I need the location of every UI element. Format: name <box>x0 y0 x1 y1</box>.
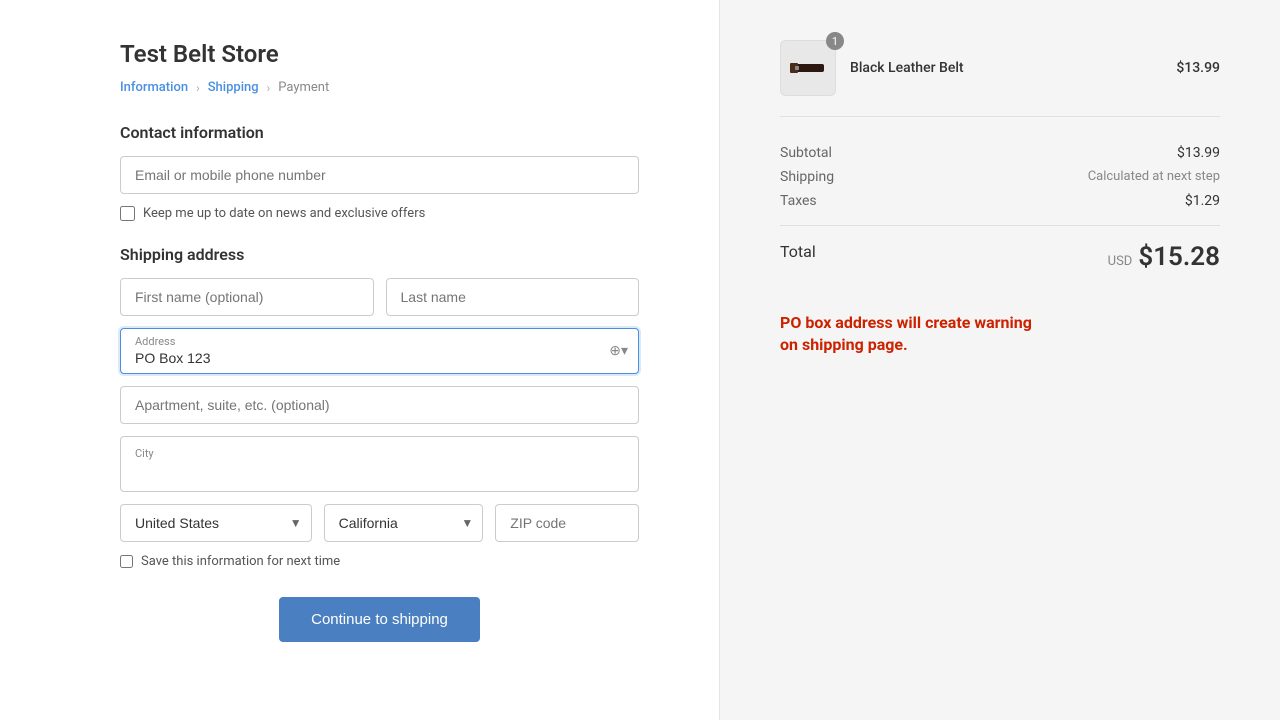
address-label: Address <box>135 335 598 348</box>
region-row: United States ▼ California ▼ <box>120 504 639 542</box>
city-input-wrapper: City <box>120 436 639 492</box>
save-info-checkbox[interactable] <box>120 555 133 568</box>
continue-to-shipping-button[interactable]: Continue to shipping <box>279 597 480 642</box>
email-field-group <box>120 156 639 194</box>
breadcrumb-payment: Payment <box>278 80 329 95</box>
total-row: Total USD $15.28 <box>780 225 1220 272</box>
newsletter-label[interactable]: Keep me up to date on news and exclusive… <box>143 206 425 221</box>
save-info-label[interactable]: Save this information for next time <box>141 554 340 569</box>
breadcrumb-sep-2: › <box>267 81 271 95</box>
last-name-group <box>386 278 640 316</box>
country-select-wrapper: United States ▼ <box>120 504 312 542</box>
product-item: 1 Black Leather Belt $13.99 <box>780 40 1220 117</box>
subtotal-value: $13.99 <box>1177 145 1220 161</box>
breadcrumb-sep-1: › <box>196 81 200 95</box>
taxes-value: $1.29 <box>1185 193 1220 209</box>
zip-input[interactable] <box>495 504 639 542</box>
annotation-line2: on shipping page. <box>780 334 1032 356</box>
breadcrumb: Information › Shipping › Payment <box>120 80 639 95</box>
address-input[interactable] <box>135 350 598 366</box>
state-select[interactable]: California <box>324 504 484 542</box>
annotation-area: PO box address will create warning on sh… <box>780 312 1220 357</box>
belt-image-svg <box>788 48 828 88</box>
email-input[interactable] <box>120 156 639 194</box>
address-icon[interactable]: ⊕▾ <box>609 343 628 359</box>
product-quantity-badge: 1 <box>826 32 844 50</box>
zip-field-group <box>495 504 639 542</box>
taxes-label: Taxes <box>780 193 817 209</box>
shipping-value: Calculated at next step <box>1088 169 1220 185</box>
product-price: $13.99 <box>1176 60 1220 76</box>
name-row <box>120 278 639 316</box>
product-image <box>780 40 836 96</box>
city-input[interactable] <box>135 464 316 480</box>
newsletter-row: Keep me up to date on news and exclusive… <box>120 206 639 221</box>
total-value-wrap: USD $15.28 <box>1108 242 1220 272</box>
store-title: Test Belt Store <box>120 40 639 68</box>
shipping-section-title: Shipping address <box>120 245 639 264</box>
product-image-wrap: 1 <box>780 40 836 96</box>
shipping-row: Shipping Calculated at next step <box>780 169 1220 185</box>
total-currency: USD <box>1108 254 1133 269</box>
apartment-input[interactable] <box>120 386 639 424</box>
state-select-wrapper: California ▼ <box>324 504 484 542</box>
annotation-line1: PO box address will create warning <box>780 312 1032 334</box>
city-label: City <box>135 447 316 460</box>
first-name-group <box>120 278 374 316</box>
apartment-field-group <box>120 386 639 424</box>
product-name: Black Leather Belt <box>850 60 1162 76</box>
breadcrumb-information[interactable]: Information <box>120 80 188 95</box>
right-panel: 1 Black Leather Belt $13.99 Subtotal $13… <box>720 0 1280 720</box>
shipping-label: Shipping <box>780 169 834 185</box>
contact-section-title: Contact information <box>120 123 639 142</box>
subtotal-label: Subtotal <box>780 145 832 161</box>
breadcrumb-shipping[interactable]: Shipping <box>208 80 259 95</box>
left-panel: Test Belt Store Information › Shipping ›… <box>0 0 720 720</box>
annotation-text-block: PO box address will create warning on sh… <box>780 312 1032 357</box>
continue-button-wrap: Continue to shipping <box>120 597 639 642</box>
address-input-wrapper: Address ⊕▾ <box>120 328 639 374</box>
first-name-input[interactable] <box>120 278 374 316</box>
total-amount: $15.28 <box>1138 242 1220 272</box>
last-name-input[interactable] <box>386 278 640 316</box>
newsletter-checkbox[interactable] <box>120 206 135 221</box>
country-select[interactable]: United States <box>120 504 312 542</box>
annotation-container: PO box address will create warning on sh… <box>780 312 1220 357</box>
save-row: Save this information for next time <box>120 554 639 569</box>
subtotal-row: Subtotal $13.99 <box>780 145 1220 161</box>
taxes-row: Taxes $1.29 <box>780 193 1220 209</box>
city-field-group: City <box>120 436 639 492</box>
total-label: Total <box>780 242 816 272</box>
address-field-group: Address ⊕▾ <box>120 328 639 374</box>
